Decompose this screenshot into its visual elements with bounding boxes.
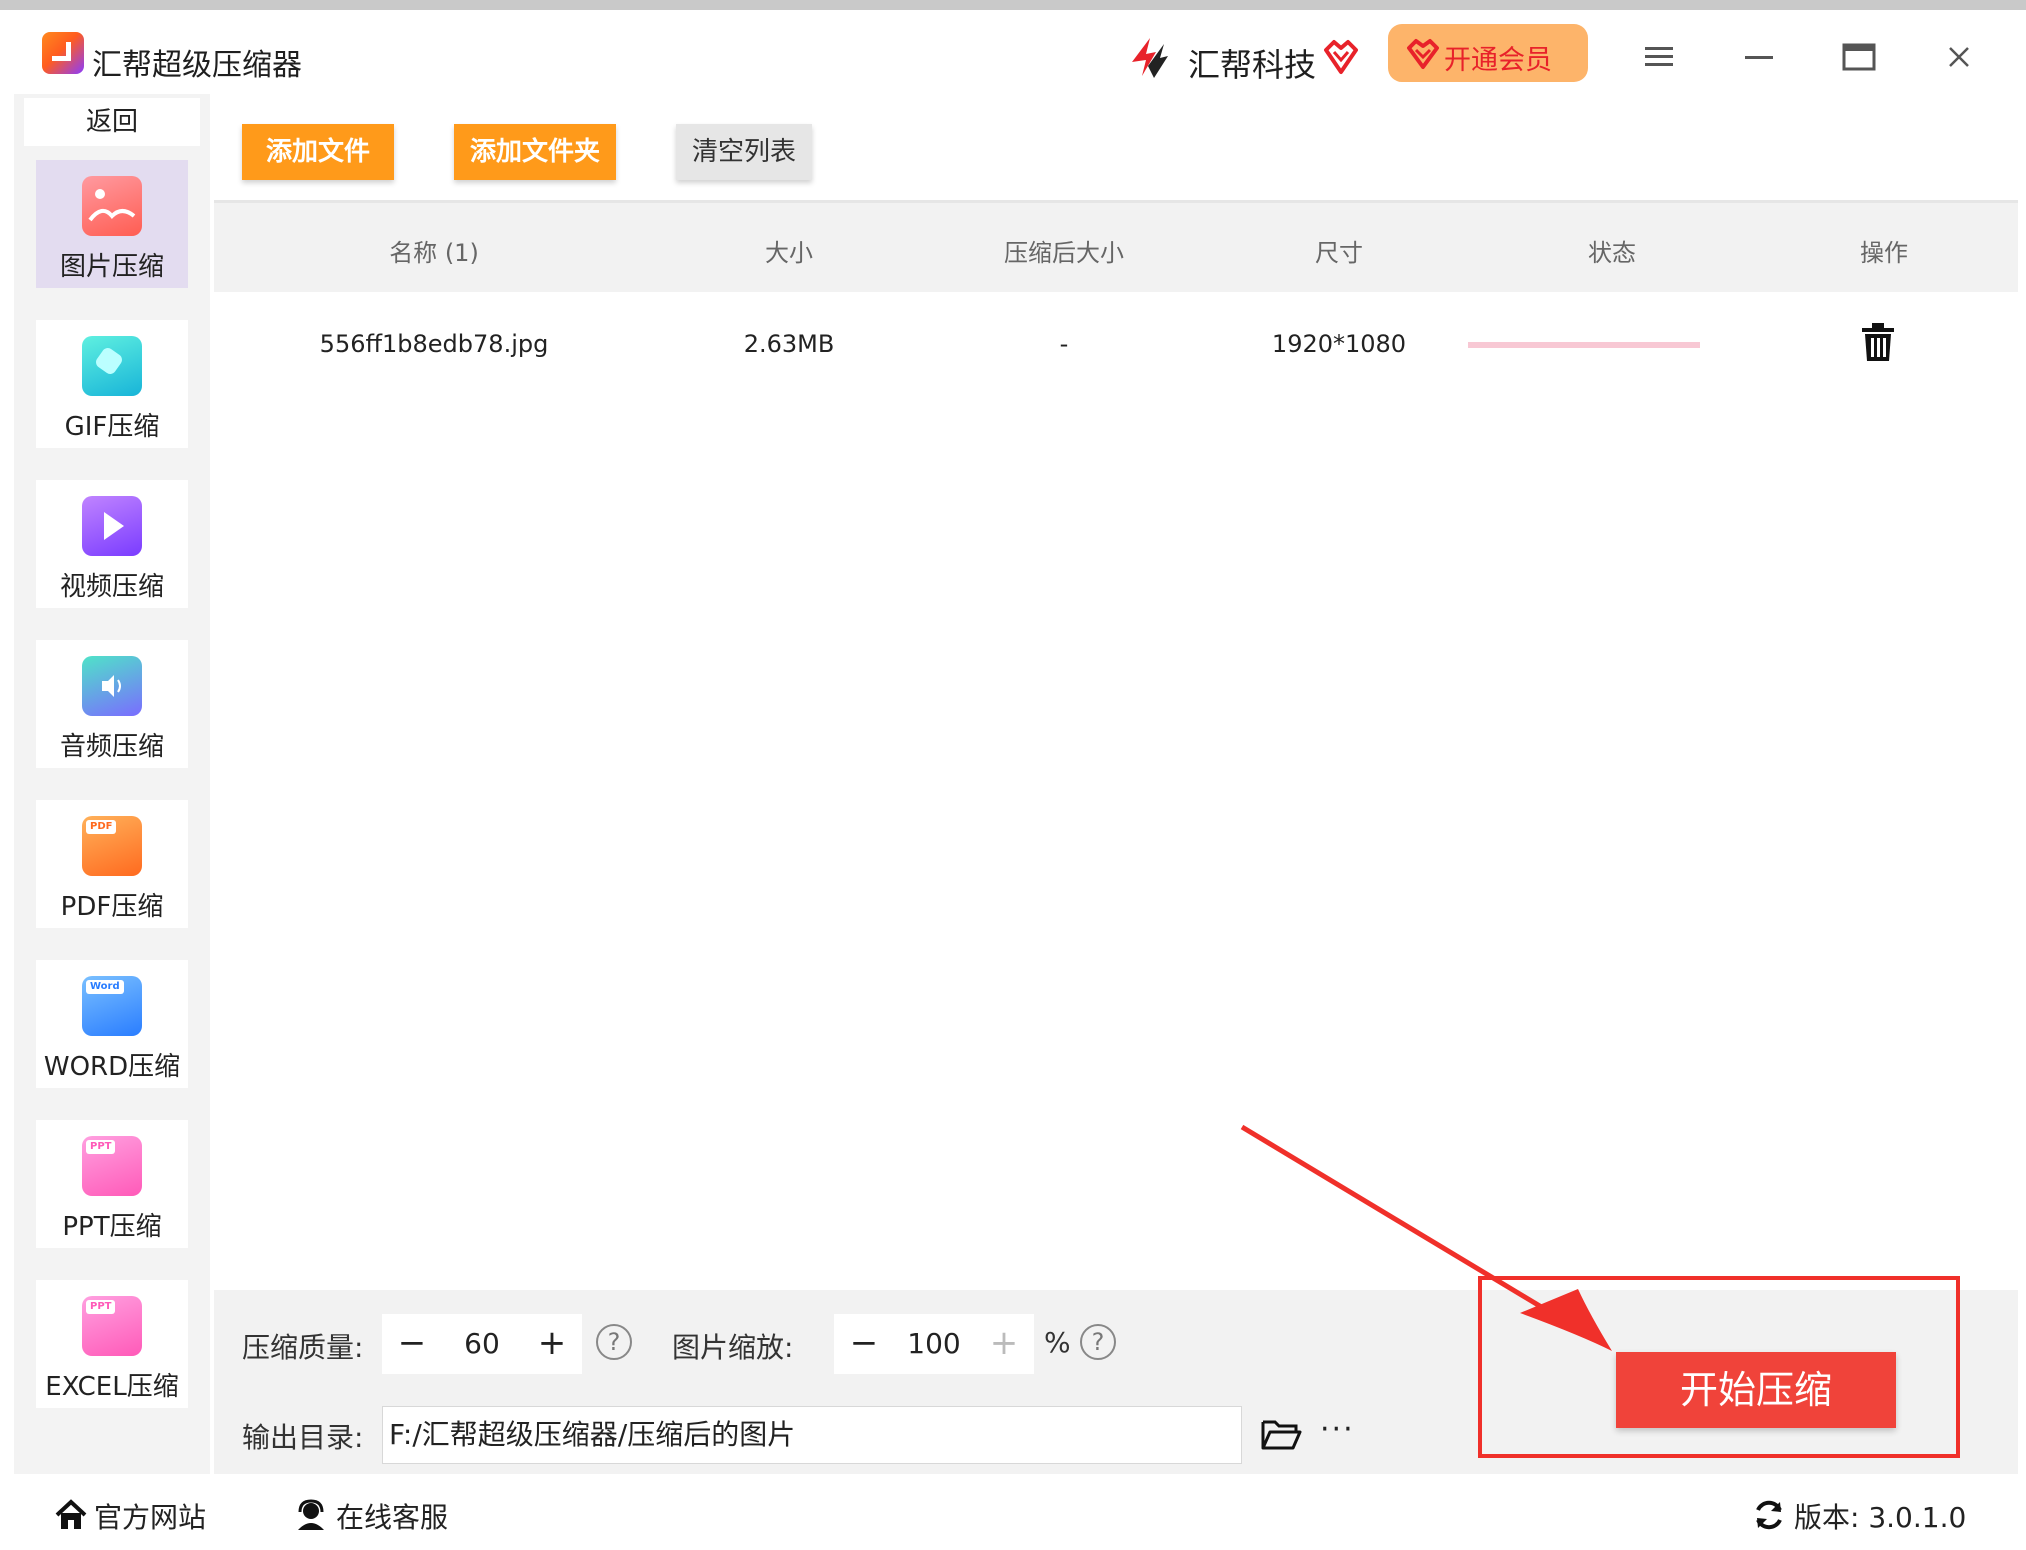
close-icon[interactable] — [1934, 32, 1984, 82]
file-table-body: 556ff1b8edb78.jpg 2.63MB - 1920*1080 — [214, 292, 2018, 1290]
column-dimensions: 尺寸 — [1315, 239, 1363, 267]
sidebar-item-label: EXCEL压缩 — [45, 1372, 179, 1402]
scale-value[interactable]: 100 — [894, 1314, 974, 1374]
quality-increase-button[interactable]: + — [522, 1314, 582, 1374]
compressed-size: - — [1059, 330, 1069, 358]
scale-decrease-button[interactable]: − — [834, 1314, 894, 1374]
column-size: 大小 — [765, 239, 813, 267]
sidebar-item-label: GIF压缩 — [64, 412, 160, 442]
scale-unit: % — [1044, 1326, 1071, 1359]
excel-tag: PPT — [86, 1300, 116, 1314]
brand-logo-icon — [1132, 38, 1168, 78]
file-dimensions: 1920*1080 — [1271, 330, 1407, 358]
excel-folder-icon: PPT — [82, 1296, 142, 1356]
customer-service-icon[interactable] — [294, 1498, 328, 1532]
clear-list-button[interactable]: 清空列表 — [676, 124, 812, 180]
ppt-tag: PPT — [86, 1140, 116, 1154]
file-name: 556ff1b8edb78.jpg — [319, 330, 549, 358]
sidebar-item-video[interactable]: 视频压缩 — [36, 480, 188, 608]
column-actions: 操作 — [1860, 239, 1908, 267]
table-row[interactable]: 556ff1b8edb78.jpg 2.63MB - 1920*1080 — [214, 292, 2018, 392]
output-path-field[interactable]: F:/汇帮超级压缩器/压缩后的图片 — [382, 1406, 1242, 1464]
quality-stepper: − 60 + — [382, 1314, 582, 1374]
app-window: 汇帮超级压缩器 汇帮科技 开通会员 返回 图片压缩 GIF压缩 视频压缩 音频压… — [0, 10, 2026, 1550]
ppt-folder-icon: PPT — [82, 1136, 142, 1196]
app-logo-icon — [42, 32, 84, 74]
image-icon — [82, 176, 142, 236]
add-folder-button[interactable]: 添加文件夹 — [454, 124, 616, 180]
scale-help-icon[interactable]: ? — [1080, 1324, 1116, 1360]
home-icon[interactable] — [54, 1498, 88, 1532]
toolbar: 添加文件 添加文件夹 清空列表 — [214, 96, 2014, 196]
maximize-icon[interactable] — [1834, 32, 1884, 82]
status-progress-bar — [1468, 342, 1700, 348]
file-size: 2.63MB — [743, 330, 835, 358]
version-label: 版本: 3.0.1.0 — [1794, 1501, 1967, 1534]
word-folder-icon: Word — [82, 976, 142, 1036]
quality-label: 压缩质量: — [242, 1331, 364, 1364]
vip-heart-icon — [1407, 39, 1439, 69]
file-table-header: 名称 (1) 大小 压缩后大小 尺寸 状态 操作 — [214, 200, 2018, 292]
sidebar-item-pdf[interactable]: PDF PDF压缩 — [36, 800, 188, 928]
menu-icon[interactable] — [1634, 32, 1684, 82]
diamond-heart-icon — [1324, 40, 1358, 74]
column-compressed-size: 压缩后大小 — [1004, 239, 1124, 267]
output-label: 输出目录: — [242, 1421, 364, 1454]
quality-decrease-button[interactable]: − — [382, 1314, 442, 1374]
quality-value[interactable]: 60 — [442, 1314, 522, 1374]
sidebar-item-label: PPT压缩 — [62, 1212, 162, 1242]
add-file-button[interactable]: 添加文件 — [242, 124, 394, 180]
minimize-icon[interactable] — [1734, 32, 1784, 82]
scale-increase-button[interactable]: + — [974, 1314, 1034, 1374]
title-bar: 汇帮超级压缩器 汇帮科技 开通会员 — [0, 10, 2026, 105]
column-name[interactable]: 名称 (1) — [214, 233, 654, 268]
sidebar-item-label: 音频压缩 — [59, 732, 164, 762]
official-website-link[interactable]: 官方网站 — [94, 1496, 206, 1536]
scale-label: 图片缩放: — [672, 1331, 794, 1364]
delete-trash-icon[interactable] — [1860, 322, 1896, 362]
sidebar-item-excel[interactable]: PPT EXCEL压缩 — [36, 1280, 188, 1408]
sidebar-item-audio[interactable]: 音频压缩 — [36, 640, 188, 768]
back-button[interactable]: 返回 — [24, 98, 200, 146]
refresh-icon[interactable] — [1752, 1498, 1786, 1532]
sidebar-item-label: WORD压缩 — [43, 1052, 181, 1082]
app-title: 汇帮超级压缩器 — [92, 48, 302, 83]
sidebar-item-gif[interactable]: GIF压缩 — [36, 320, 188, 448]
sidebar-item-label: 视频压缩 — [59, 572, 164, 602]
vip-label: 开通会员 — [1444, 45, 1552, 76]
sidebar-item-word[interactable]: Word WORD压缩 — [36, 960, 188, 1088]
sidebar-item-label: 图片压缩 — [59, 252, 164, 282]
column-status: 状态 — [1588, 239, 1636, 267]
quality-help-icon[interactable]: ? — [596, 1324, 632, 1360]
online-support-link[interactable]: 在线客服 — [336, 1496, 448, 1536]
pdf-tag: PDF — [86, 820, 117, 834]
vip-button[interactable]: 开通会员 — [1388, 24, 1588, 82]
audio-speaker-icon — [82, 656, 142, 716]
folder-open-icon[interactable] — [1260, 1414, 1302, 1454]
brand-name: 汇帮科技 — [1188, 46, 1317, 84]
sidebar-item-image[interactable]: 图片压缩 — [36, 160, 188, 288]
scale-stepper: − 100 + — [834, 1314, 1034, 1374]
sidebar: 返回 图片压缩 GIF压缩 视频压缩 音频压缩 PDF PDF压缩 Word W… — [14, 94, 210, 1474]
start-compress-button[interactable]: 开始压缩 — [1616, 1352, 1896, 1428]
pdf-folder-icon: PDF — [82, 816, 142, 876]
sidebar-item-label: PDF压缩 — [60, 892, 164, 922]
status-bar: 官方网站 在线客服 版本: 3.0.1.0 — [0, 1480, 2026, 1550]
video-play-icon — [82, 496, 142, 556]
word-tag: Word — [86, 980, 124, 994]
more-options-icon[interactable]: ··· — [1320, 1412, 1355, 1447]
sidebar-item-ppt[interactable]: PPT PPT压缩 — [36, 1120, 188, 1248]
gif-icon — [82, 336, 142, 396]
